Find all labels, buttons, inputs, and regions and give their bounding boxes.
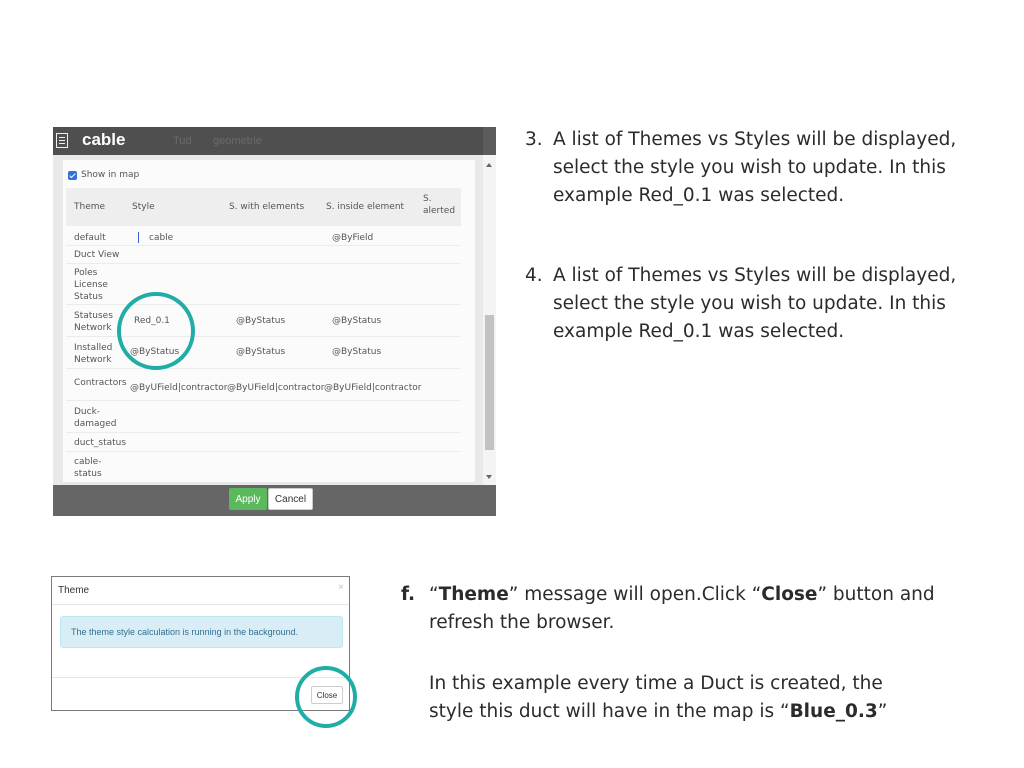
step-text: “Theme” message will open.Click “Close” … [429, 584, 935, 633]
divider [52, 604, 349, 605]
apply-button[interactable]: Apply [229, 488, 267, 510]
show-in-map-label: Show in map [81, 170, 140, 180]
col-s-inside-element: S. inside element [326, 202, 405, 212]
close-icon[interactable]: × [338, 582, 344, 593]
col-s-with-elements: S. with elements [229, 202, 305, 212]
table-row[interactable]: Poles License Status [66, 265, 461, 305]
scroll-thumb[interactable] [485, 315, 494, 450]
scroll-up-icon[interactable] [486, 163, 492, 167]
table-row[interactable]: Duct View [66, 247, 461, 264]
table-row[interactable]: Duck-damaged [66, 403, 461, 433]
table-row[interactable]: cable-status [66, 453, 461, 482]
col-style: Style [132, 202, 155, 212]
list-icon[interactable] [56, 133, 68, 148]
col-theme: Theme [74, 202, 106, 212]
step-number: 3. [525, 129, 543, 150]
step-text: A list of Themes vs Styles will be displ… [553, 265, 957, 342]
scroll-down-icon[interactable] [486, 475, 492, 479]
table-row[interactable]: default cable @ByField [66, 230, 461, 246]
dialog-title: Theme [58, 585, 90, 596]
step-number: 4. [525, 265, 543, 286]
theme-keyword: Theme [438, 584, 509, 605]
header-scroll-area [483, 127, 496, 155]
panel-footer: Apply Cancel [53, 485, 496, 516]
info-alert: The theme style calculation is running i… [60, 616, 343, 648]
header-tab-2[interactable]: geometrie [213, 135, 262, 147]
table-header: Theme Style S. with elements S. inside e… [66, 188, 461, 226]
highlight-circle-close [295, 666, 357, 728]
blue-style-keyword: Blue_0.3 [789, 701, 878, 722]
header-tab-1[interactable]: Tud [173, 135, 192, 147]
panel-title: cable [82, 130, 126, 149]
step-4: 4. A list of Themes vs Styles will be di… [525, 262, 995, 346]
example-note: In this example every time a Duct is cre… [429, 673, 888, 722]
vertical-scrollbar[interactable] [483, 155, 496, 485]
cursor-caret [138, 232, 139, 243]
step-3: 3. A list of Themes vs Styles will be di… [525, 126, 995, 210]
show-in-map-checkbox[interactable] [68, 170, 77, 180]
col-s-alerted: S. alerted [423, 194, 456, 216]
step-letter: f. [401, 584, 416, 605]
cancel-button[interactable]: Cancel [268, 488, 313, 510]
panel-header: cable Tud geometrie [53, 127, 496, 155]
close-keyword: Close [761, 584, 818, 605]
highlight-circle-red-style [117, 292, 195, 370]
show-in-map-row[interactable]: Show in map [68, 168, 139, 182]
table-row[interactable]: duct_status [66, 434, 461, 452]
step-text: A list of Themes vs Styles will be displ… [553, 129, 957, 206]
alert-message: The theme style calculation is running i… [71, 627, 299, 637]
table-row[interactable]: Contractors @ByUField|contractor @ByUFie… [66, 370, 461, 401]
step-f: f. “Theme” message will open.Click “Clos… [401, 581, 981, 637]
